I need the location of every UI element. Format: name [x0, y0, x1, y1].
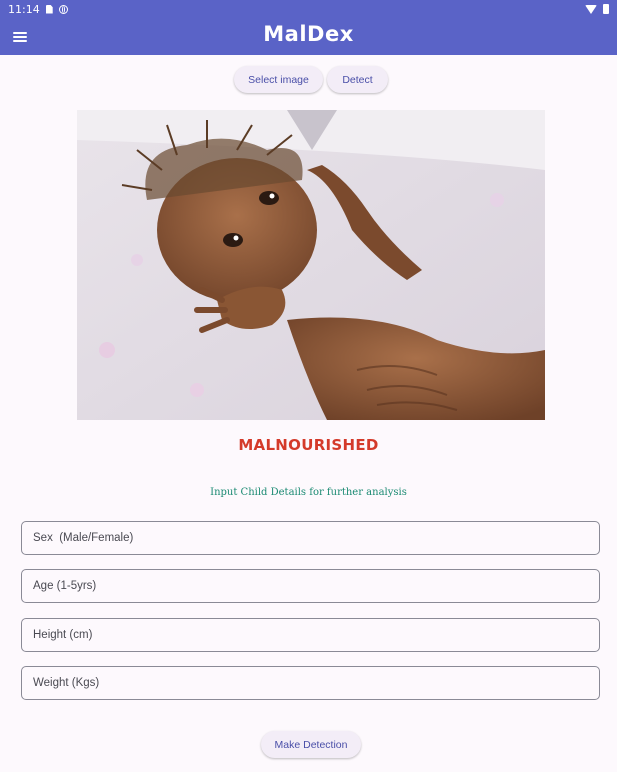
weight-input[interactable] [21, 666, 600, 700]
status-bar: 11:14 [0, 0, 617, 18]
status-right [585, 4, 609, 14]
status-left: 11:14 [8, 3, 68, 16]
app-bar: MalDex [0, 18, 617, 55]
vpn-globe-icon [58, 4, 68, 14]
selected-child-image [77, 110, 545, 420]
detect-button[interactable]: Detect [327, 66, 388, 93]
child-photo-illustration [77, 110, 545, 420]
height-input[interactable] [21, 618, 600, 652]
detection-result-label: MALNOURISHED [238, 436, 379, 454]
sex-input[interactable] [21, 521, 600, 555]
make-detection-button[interactable]: Make Detection [261, 731, 361, 758]
wifi-icon [585, 4, 597, 14]
age-input[interactable] [21, 569, 600, 603]
select-image-button[interactable]: Select image [234, 66, 323, 93]
status-time: 11:14 [8, 2, 40, 16]
sim-card-icon [45, 4, 53, 14]
app-title: MalDex [263, 22, 354, 46]
battery-icon [603, 4, 609, 14]
child-details-prompt: Input Child Details for further analysis [210, 487, 407, 498]
